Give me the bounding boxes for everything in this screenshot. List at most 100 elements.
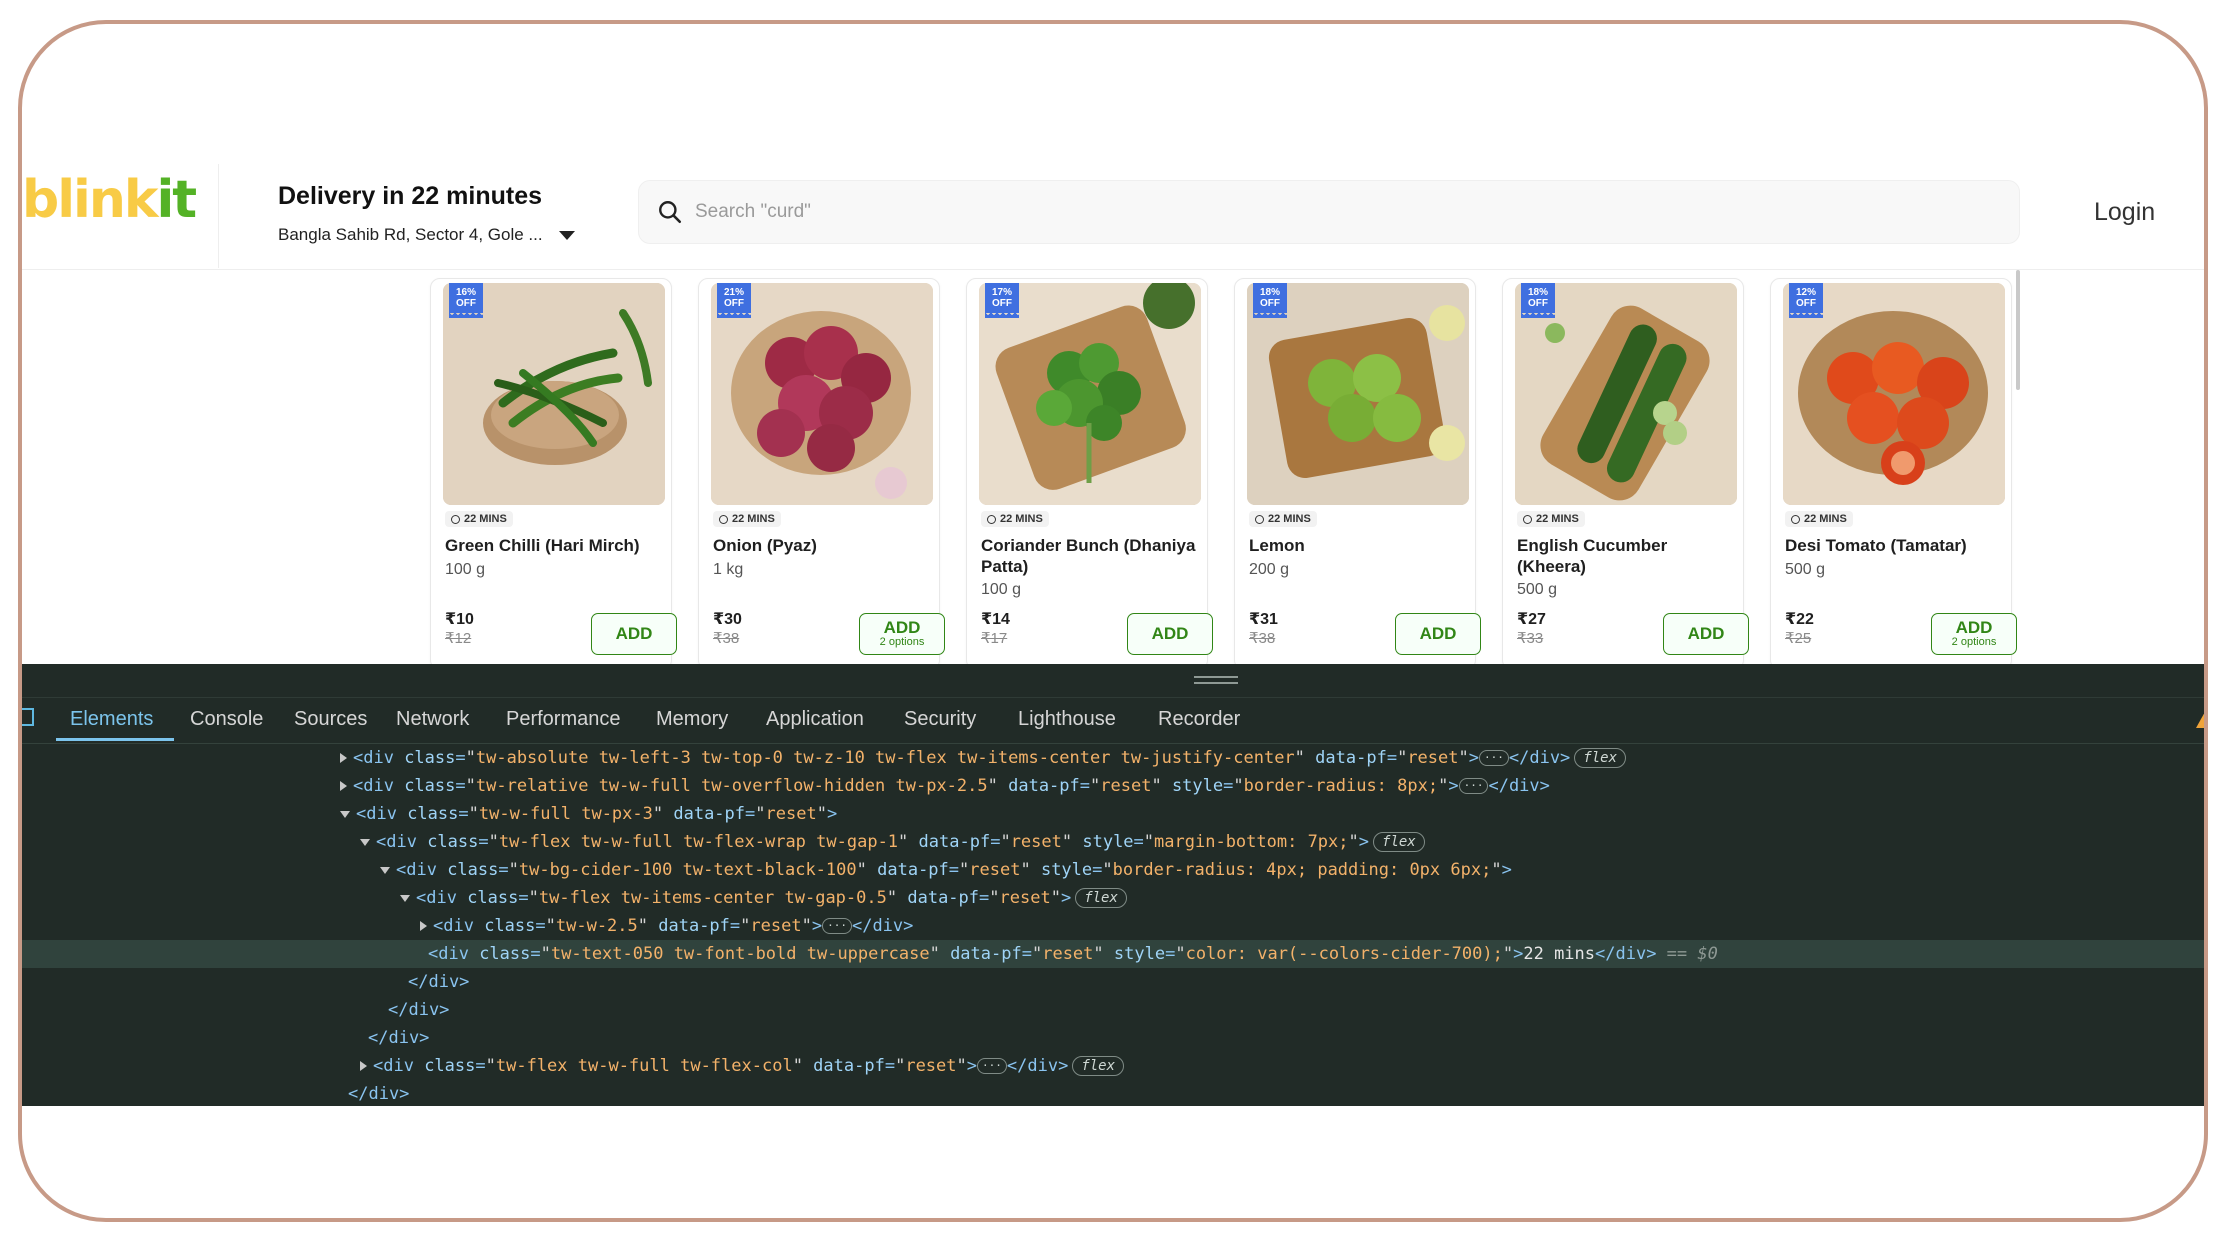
attr-name: class [407,804,459,824]
dom-node[interactable]: <div class="tw-flex tw-w-full tw-flex-co… [360,1052,1125,1080]
search-bar[interactable] [638,180,2020,244]
add-to-cart-button[interactable]: ADD [591,613,677,655]
expand-arrow-icon[interactable] [340,781,347,791]
ellipsis-icon[interactable]: ··· [822,918,852,934]
discount-badge: 16% OFF [449,283,483,318]
attr-name: class [424,1056,476,1076]
product-name: Onion (Pyaz) [713,536,817,555]
clock-icon [987,514,996,524]
collapse-arrow-icon[interactable] [380,866,390,874]
options-count: 2 options [1951,636,1997,648]
add-to-cart-button[interactable]: ADD [1395,613,1481,655]
attr-value: tw-w-2.5 [555,916,638,936]
tag-open: </div> [408,972,470,992]
product-price: ₹31 [1249,611,1278,628]
expand-arrow-icon[interactable] [360,1061,367,1071]
tab-performance[interactable]: Performance [506,708,621,731]
collapse-arrow-icon[interactable] [360,838,370,846]
attr-name: class [404,776,456,796]
options-count: 2 options [879,636,925,648]
vertical-scrollbar[interactable] [2016,270,2020,390]
tag-end: > [1358,832,1370,852]
collapse-arrow-icon[interactable] [340,810,350,818]
add-to-cart-button[interactable]: ADD 2 options [859,613,945,655]
tab-application[interactable]: Application [766,708,864,731]
add-to-cart-button[interactable]: ADD 2 options [1931,613,2017,655]
dom-node[interactable]: </div> [348,1080,409,1108]
product-card[interactable]: 18% OFF 22 MINS Lemon 200 g ₹31 ₹38 ADD [1234,278,1481,670]
ellipsis-icon[interactable]: ··· [977,1058,1007,1074]
attr-value: border-radius: 8px; [1243,776,1439,796]
tag-close: </div> [1595,944,1657,964]
product-card[interactable]: 16% OFF 22 MINS Green Chilli (Hari Mirch) 1… [430,278,677,670]
add-to-cart-button[interactable]: ADD [1663,613,1749,655]
devtools-resize-handle[interactable] [22,664,2204,698]
login-button[interactable]: Login [2094,198,2155,227]
delivery-time-text: 22 MINS [1536,513,1579,525]
tab-console[interactable]: Console [190,708,263,731]
clock-icon [1791,514,1800,524]
flex-badge[interactable]: flex [1574,748,1627,768]
device-toggle-icon[interactable] [22,708,34,726]
grip-line [1194,682,1238,684]
ellipsis-icon[interactable]: ··· [1479,750,1509,766]
expand-arrow-icon[interactable] [340,753,347,763]
attr-name: class [479,944,531,964]
delivery-selector[interactable]: Delivery in 22 minutes Bangla Sahib Rd, … [278,182,575,245]
tab-memory[interactable]: Memory [656,708,728,731]
attr-value: reset [1010,832,1062,852]
dom-node[interactable]: <div class="tw-absolute tw-left-3 tw-top… [340,744,1627,772]
selected-node-marker: == $0 [1656,944,1718,964]
dom-node[interactable]: <div class="tw-flex tw-w-full tw-flex-wr… [360,828,1425,856]
product-card[interactable]: 18% OFF 22 MINS English Cucumber (Kheera) 5… [1502,278,1749,670]
tab-recorder[interactable]: Recorder [1158,708,1240,731]
attr-value: reset [969,860,1021,880]
tag-open: </div> [348,1084,410,1104]
discount-badge: 17% OFF [985,283,1019,318]
tab-network[interactable]: Network [396,708,469,731]
dom-node[interactable]: <div class="tw-flex tw-items-center tw-g… [400,884,1127,912]
dom-node[interactable]: <div class="tw-relative tw-w-full tw-ove… [340,772,1550,800]
dom-node-selected[interactable]: <div class="tw-text-050 tw-font-bold tw-… [22,940,2204,968]
discount-badge: 18% OFF [1521,283,1555,318]
collapse-arrow-icon[interactable] [400,894,410,902]
add-to-cart-button[interactable]: ADD [1127,613,1213,655]
dom-node[interactable]: </div> [408,968,469,996]
product-name: Lemon [1249,536,1305,555]
ellipsis-icon[interactable]: ··· [1458,778,1489,794]
tab-security[interactable]: Security [904,708,976,731]
product-quantity: 500 g [1517,581,1558,598]
attr-name: class [404,748,456,768]
attr-name: style [1082,832,1134,852]
dom-node[interactable]: </div> [368,1024,429,1052]
product-card[interactable]: 21% OFF 22 MINS Onion (Pyaz) 1 kg ₹30 ₹38 ADD 2… [698,278,945,670]
delivery-title: Delivery in 22 minutes [278,182,543,210]
add-label: ADD [1419,624,1457,643]
delivery-address[interactable]: Bangla Sahib Rd, Sector 4, Gole ... [278,225,575,245]
expand-arrow-icon[interactable] [420,921,427,931]
product-card[interactable]: 12% OFF 22 MINS Desi Tomato (Tamatar) 500 g… [1770,278,2017,670]
dom-node[interactable]: <div class="tw-bg-cider-100 tw-text-blac… [380,856,1512,884]
dom-node[interactable]: <div class="tw-w-2.5" data-pf="reset"> ··… [420,912,913,940]
tag-close: </div> [851,916,914,936]
flex-badge[interactable]: flex [1075,888,1127,908]
dom-node[interactable]: <div class="tw-w-full tw-px-3" data-pf="… [340,800,837,828]
devtools-panel: Elements Console Sources Network Performance… [22,664,2204,1106]
product-card[interactable]: 17% OFF 22 MINS Coriander Bunch (Dhaniya P… [966,278,1213,670]
tag-close: </div> [1488,776,1550,796]
tab-sources[interactable]: Sources [294,708,367,731]
chevron-down-icon[interactable] [558,230,575,240]
flex-badge[interactable]: flex [1072,1056,1125,1076]
dom-node[interactable]: </div> [388,996,449,1024]
search-input[interactable] [695,201,1895,223]
tag-end: > [1468,748,1479,768]
warning-icon[interactable] [2196,710,2204,728]
tab-lighthouse[interactable]: Lighthouse [1018,708,1116,731]
tag-end: > [966,1056,978,1076]
tab-elements[interactable]: Elements [70,708,153,731]
blinkit-logo[interactable]: blinkit [22,174,197,226]
product-quantity: 100 g [981,581,1022,598]
flex-badge[interactable]: flex [1373,832,1425,852]
screen-frame: blinkit Delivery in 22 minutes Bangla Sa… [18,20,2208,1222]
tag-open: </div> [388,1000,450,1020]
